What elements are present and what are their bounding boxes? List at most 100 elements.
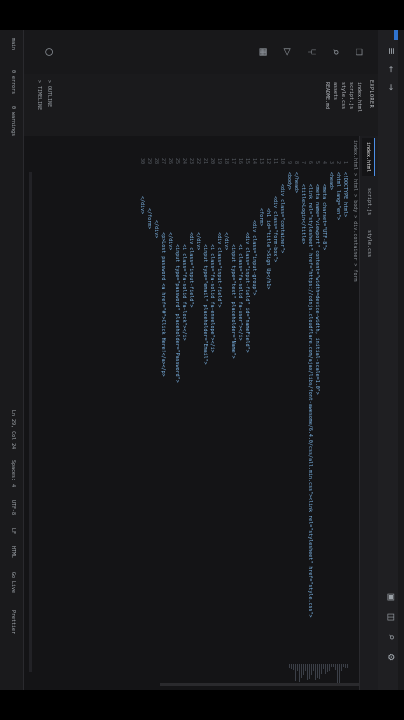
code-line[interactable]: <div class="input-field"> (215, 172, 222, 307)
line-number: 20 (209, 157, 215, 164)
minimap-line (321, 664, 322, 675)
run-icon[interactable]: ▷ (280, 44, 296, 60)
breadcrumb[interactable]: index.html > html > body > div.container… (352, 140, 358, 281)
go-live-button[interactable]: Go Live (10, 572, 16, 593)
language-mode[interactable]: HTML (10, 546, 16, 558)
code-line[interactable]: </form> (145, 172, 152, 229)
line-number-gutter: 1 2 3 4 5 6 7 8 9 10 11 12 13 14 15 16 17 18 19 20 21 22 23 24 2… (28, 136, 348, 170)
minimap-line (291, 664, 292, 669)
code-line[interactable]: <i class="fa-solid fa-lock"></i> (180, 172, 187, 340)
code-line[interactable]: <p>Lost password <a href="#">Click Here!… (159, 172, 166, 377)
line-number: 21 (202, 157, 208, 164)
line-number: 5 (314, 160, 320, 164)
code-line[interactable]: <form> (257, 172, 264, 226)
code-line[interactable]: </div> (138, 172, 145, 214)
code-line[interactable]: <div class="input-field"> (187, 172, 194, 307)
tab-script-js[interactable]: script.js (363, 184, 375, 219)
code-line[interactable]: <meta name="viewport" content="width=dev… (313, 172, 320, 395)
minimap-line (323, 664, 324, 669)
code-line[interactable]: <!DOCTYPE html> (341, 172, 348, 217)
minimap-line (327, 664, 328, 672)
code-line[interactable]: <i class="fa-solid fa-envelope"></i> (208, 172, 215, 352)
code-line[interactable]: <div class="container"> (278, 172, 285, 253)
code-line[interactable]: </div> (222, 172, 229, 250)
tab-style-css[interactable]: style.css (363, 226, 375, 261)
line-number: 26 (167, 157, 173, 164)
sidebar-header: EXPLORER (368, 80, 374, 109)
minimap-line (325, 664, 326, 674)
code-line[interactable]: </div> (194, 172, 201, 250)
search-icon[interactable]: ⌕ (384, 630, 398, 644)
minimap-line (329, 664, 330, 671)
search-icon[interactable]: ⌕ (328, 44, 344, 60)
code-line[interactable]: </head> (292, 172, 299, 193)
encoding[interactable]: UTF-8 (10, 500, 16, 515)
code-line[interactable]: <link rel="stylesheet" href="https://cdn… (306, 172, 313, 618)
minimap-line (315, 664, 316, 680)
minimap-line (341, 664, 342, 671)
back-icon[interactable]: ← (384, 62, 398, 76)
extensions-icon[interactable]: ▦ (256, 44, 272, 60)
code-line[interactable]: <input type="password" placeholder="Pass… (173, 172, 180, 382)
line-ending[interactable]: LF (10, 528, 16, 534)
line-number: 8 (293, 160, 299, 164)
horizontal-scrollbar[interactable] (29, 172, 32, 672)
settings-icon[interactable]: ⚙ (384, 650, 398, 664)
code-line[interactable]: <h1 id="title">Sign Up</h1> (264, 172, 271, 289)
prettier-status[interactable]: Prettier (10, 610, 16, 634)
code-line[interactable]: </div> (152, 172, 159, 238)
explorer-sidebar: EXPLORER index.html script.js style.css … (24, 74, 378, 137)
account-icon[interactable]: ◯ (42, 44, 58, 60)
layout-icon[interactable]: ▣ (384, 590, 398, 604)
explorer-icon[interactable]: ❐ (352, 44, 368, 60)
code-line[interactable]: <body> (285, 172, 292, 190)
minimap-line (305, 664, 306, 671)
split-icon[interactable]: ◫ (384, 610, 398, 624)
code-line[interactable]: <i class="fa-solid fa-user"></i> (236, 172, 243, 340)
tab-index-html[interactable]: index.html (362, 138, 375, 177)
line-number: 10 (279, 157, 285, 164)
minimap-line (311, 664, 312, 676)
vscode-window: ≡ ← → ▣ ◫ ⌕ ⚙ ❐ ⌕ ⑂ ▷ ▦ ◯ EXPLORER index… (0, 30, 404, 690)
minimap-line (295, 664, 296, 681)
cursor-position[interactable]: Ln 29, Col 24 (10, 410, 16, 449)
code-line[interactable]: <div class="input-group"> (250, 172, 257, 295)
line-number: 17 (230, 157, 236, 164)
folder-item[interactable]: assets (332, 82, 338, 100)
minimap-line (331, 664, 332, 667)
file-item[interactable]: script.js (348, 82, 354, 109)
file-item[interactable]: README.md (324, 82, 330, 109)
file-item[interactable]: index.html (356, 82, 362, 112)
warnings-indicator[interactable]: 0 warnings (10, 106, 16, 136)
line-number: 12 (265, 157, 271, 164)
branch-indicator[interactable]: main (10, 38, 16, 50)
line-number: 1 (342, 160, 348, 164)
source-control-icon[interactable]: ⑂ (304, 44, 320, 60)
forward-icon[interactable]: → (384, 80, 398, 94)
code-line[interactable]: </div> (166, 172, 173, 250)
minimap-line (333, 664, 334, 667)
minimap-line (309, 664, 310, 679)
timeline-section[interactable]: > TIMELINE (36, 80, 42, 110)
code-line[interactable]: <title>Login</title> (299, 172, 306, 244)
code-line[interactable]: <head> (327, 172, 334, 190)
code-line[interactable]: <input type="text" placeholder="Name"> (229, 172, 236, 358)
indentation[interactable]: Spaces: 4 (10, 460, 16, 487)
minimap[interactable] (288, 664, 348, 684)
line-number: 14 (251, 157, 257, 164)
code-line[interactable]: <div class="form-box"> (271, 172, 278, 262)
home-indicator (160, 683, 360, 686)
code-line[interactable]: <meta charset="UTF-8"> (320, 172, 327, 250)
minimap-line (293, 664, 294, 670)
code-line[interactable]: <html lang="en"> (334, 172, 341, 220)
file-item[interactable]: style.css (340, 82, 346, 109)
scroll-track (398, 30, 404, 690)
line-number: 22 (195, 157, 201, 164)
errors-indicator[interactable]: 0 errors (10, 70, 16, 94)
code-line[interactable]: <div class="input-field" id="nameField"> (243, 172, 250, 352)
code-line[interactable]: <input type="email" placeholder="Email"> (201, 172, 208, 364)
code-view[interactable]: <!DOCTYPE html> <html lang="en"> <head> <m… (28, 172, 348, 672)
outline-section[interactable]: > OUTLINE (46, 80, 52, 107)
menu-icon[interactable]: ≡ (384, 44, 398, 58)
status-bar: main 0 errors 0 warnings Ln 29, Col 24 S… (0, 30, 24, 690)
